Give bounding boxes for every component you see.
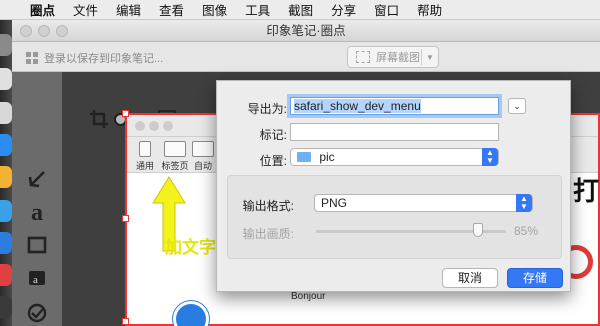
stamp-icon[interactable]: a bbox=[22, 268, 52, 294]
window-title: 印象笔记·圈点 bbox=[266, 24, 346, 38]
captured-body-text: Bonjour bbox=[291, 291, 326, 302]
minimize-window-button[interactable] bbox=[38, 25, 50, 37]
quality-label: 输出画质: bbox=[242, 227, 294, 241]
tool-panel: a a bbox=[12, 72, 62, 326]
menu-view[interactable]: 查看 bbox=[150, 0, 193, 19]
menu-file[interactable]: 文件 bbox=[64, 0, 107, 19]
menu-edit[interactable]: 编辑 bbox=[107, 0, 150, 19]
menu-screenshot[interactable]: 截图 bbox=[279, 0, 322, 19]
dock bbox=[0, 20, 12, 326]
dock-app-icon[interactable] bbox=[0, 200, 12, 222]
selection-handle[interactable] bbox=[122, 110, 129, 117]
captured-tab-autofill-label: 自动 bbox=[193, 161, 212, 171]
format-label: 输出格式: bbox=[242, 199, 294, 213]
location-value: pic bbox=[319, 150, 335, 164]
captured-tab-general-label: 通用 bbox=[135, 161, 154, 171]
screenshot-icon bbox=[356, 51, 370, 63]
dock-app-icon[interactable] bbox=[0, 134, 12, 156]
menu-help[interactable]: 帮助 bbox=[408, 0, 451, 19]
tags-field[interactable] bbox=[290, 123, 499, 141]
menu-window[interactable]: 窗口 bbox=[365, 0, 408, 19]
dock-app-icon[interactable] bbox=[0, 232, 12, 254]
check-icon[interactable] bbox=[22, 302, 52, 326]
captured-tab-tabs-label: 标签页 bbox=[161, 161, 189, 171]
dock-app-icon[interactable] bbox=[0, 166, 12, 188]
menu-image[interactable]: 图像 bbox=[193, 0, 236, 19]
screenshot-button[interactable]: 屏幕截图 ▼ bbox=[347, 46, 439, 68]
close-window-button[interactable] bbox=[20, 25, 32, 37]
captured-badge bbox=[173, 301, 209, 326]
menu-tools[interactable]: 工具 bbox=[236, 0, 279, 19]
captured-close-dot bbox=[135, 121, 145, 131]
chevron-updown-icon: ▲ ▼ bbox=[516, 194, 532, 212]
menu-app[interactable]: 圈点 bbox=[26, 0, 64, 19]
dock-app-icon[interactable] bbox=[0, 34, 12, 56]
captured-tab-autofill: 自动 bbox=[187, 141, 219, 172]
quality-value: 85% bbox=[514, 224, 539, 238]
folder-icon bbox=[297, 152, 311, 162]
captured-zoom-dot bbox=[163, 121, 173, 131]
tabs-icon bbox=[164, 141, 186, 157]
dock-app-icon[interactable] bbox=[0, 102, 12, 124]
dock-app-icon[interactable] bbox=[0, 68, 12, 90]
format-options-panel: 输出格式: PNG ▲ ▼ 输出画质: 85% bbox=[227, 175, 562, 259]
captured-edge-text: 打 bbox=[573, 176, 600, 206]
rectangle-icon[interactable] bbox=[22, 234, 52, 260]
export-dialog: 导出为: safari_show_dev_menu ⌄ 标记: 位置: pic … bbox=[216, 80, 571, 292]
cancel-button[interactable]: 取消 bbox=[442, 268, 498, 288]
grid-icon bbox=[26, 52, 38, 64]
export-as-field[interactable]: safari_show_dev_menu bbox=[290, 97, 499, 115]
dock-app-icon[interactable] bbox=[0, 296, 12, 318]
svg-text:a: a bbox=[33, 274, 38, 286]
login-text: 登录以保存到印象笔记... bbox=[44, 53, 164, 65]
export-as-value: safari_show_dev_menu bbox=[294, 99, 421, 113]
menu-bar: 圈点 文件 编辑 查看 图像 工具 截图 分享 窗口 帮助 bbox=[0, 0, 600, 20]
format-select[interactable]: PNG ▲ ▼ bbox=[314, 194, 533, 212]
window-toolbar: 登录以保存到印象笔记... 屏幕截图 ▼ bbox=[12, 42, 600, 72]
crop-icon[interactable] bbox=[88, 108, 110, 133]
screenshot-button-label: 屏幕截图 bbox=[376, 52, 420, 64]
selection-handle[interactable] bbox=[122, 215, 129, 222]
location-select[interactable]: pic ▲ ▼ bbox=[290, 148, 499, 166]
switch-icon bbox=[139, 141, 151, 157]
location-label: 位置: bbox=[259, 154, 287, 168]
tags-label: 标记: bbox=[259, 128, 287, 142]
captured-min-dot bbox=[149, 121, 159, 131]
menu-share[interactable]: 分享 bbox=[322, 0, 365, 19]
captured-tab-general: 通用 bbox=[129, 141, 161, 172]
selection-handle[interactable] bbox=[122, 318, 129, 325]
title-bar: 印象笔记·圈点 bbox=[12, 20, 600, 42]
autofill-icon bbox=[192, 141, 214, 157]
expand-dialog-button[interactable]: ⌄ bbox=[508, 98, 526, 114]
quality-slider-knob[interactable] bbox=[472, 223, 483, 237]
text-icon[interactable]: a bbox=[22, 200, 52, 226]
dock-app-icon[interactable] bbox=[0, 264, 12, 286]
text-annotation[interactable]: 加文字 bbox=[165, 233, 216, 258]
zoom-window-button[interactable] bbox=[56, 25, 68, 37]
export-as-label: 导出为: bbox=[247, 102, 287, 116]
login-to-save[interactable]: 登录以保存到印象笔记... bbox=[26, 50, 163, 66]
chevron-down-icon[interactable]: ▼ bbox=[422, 53, 438, 62]
chevron-down-icon: ⌄ bbox=[513, 101, 521, 111]
arrow-icon[interactable] bbox=[22, 168, 52, 194]
format-value: PNG bbox=[321, 196, 348, 210]
save-button[interactable]: 存储 bbox=[507, 268, 563, 288]
chevron-updown-icon: ▲ ▼ bbox=[482, 148, 498, 166]
